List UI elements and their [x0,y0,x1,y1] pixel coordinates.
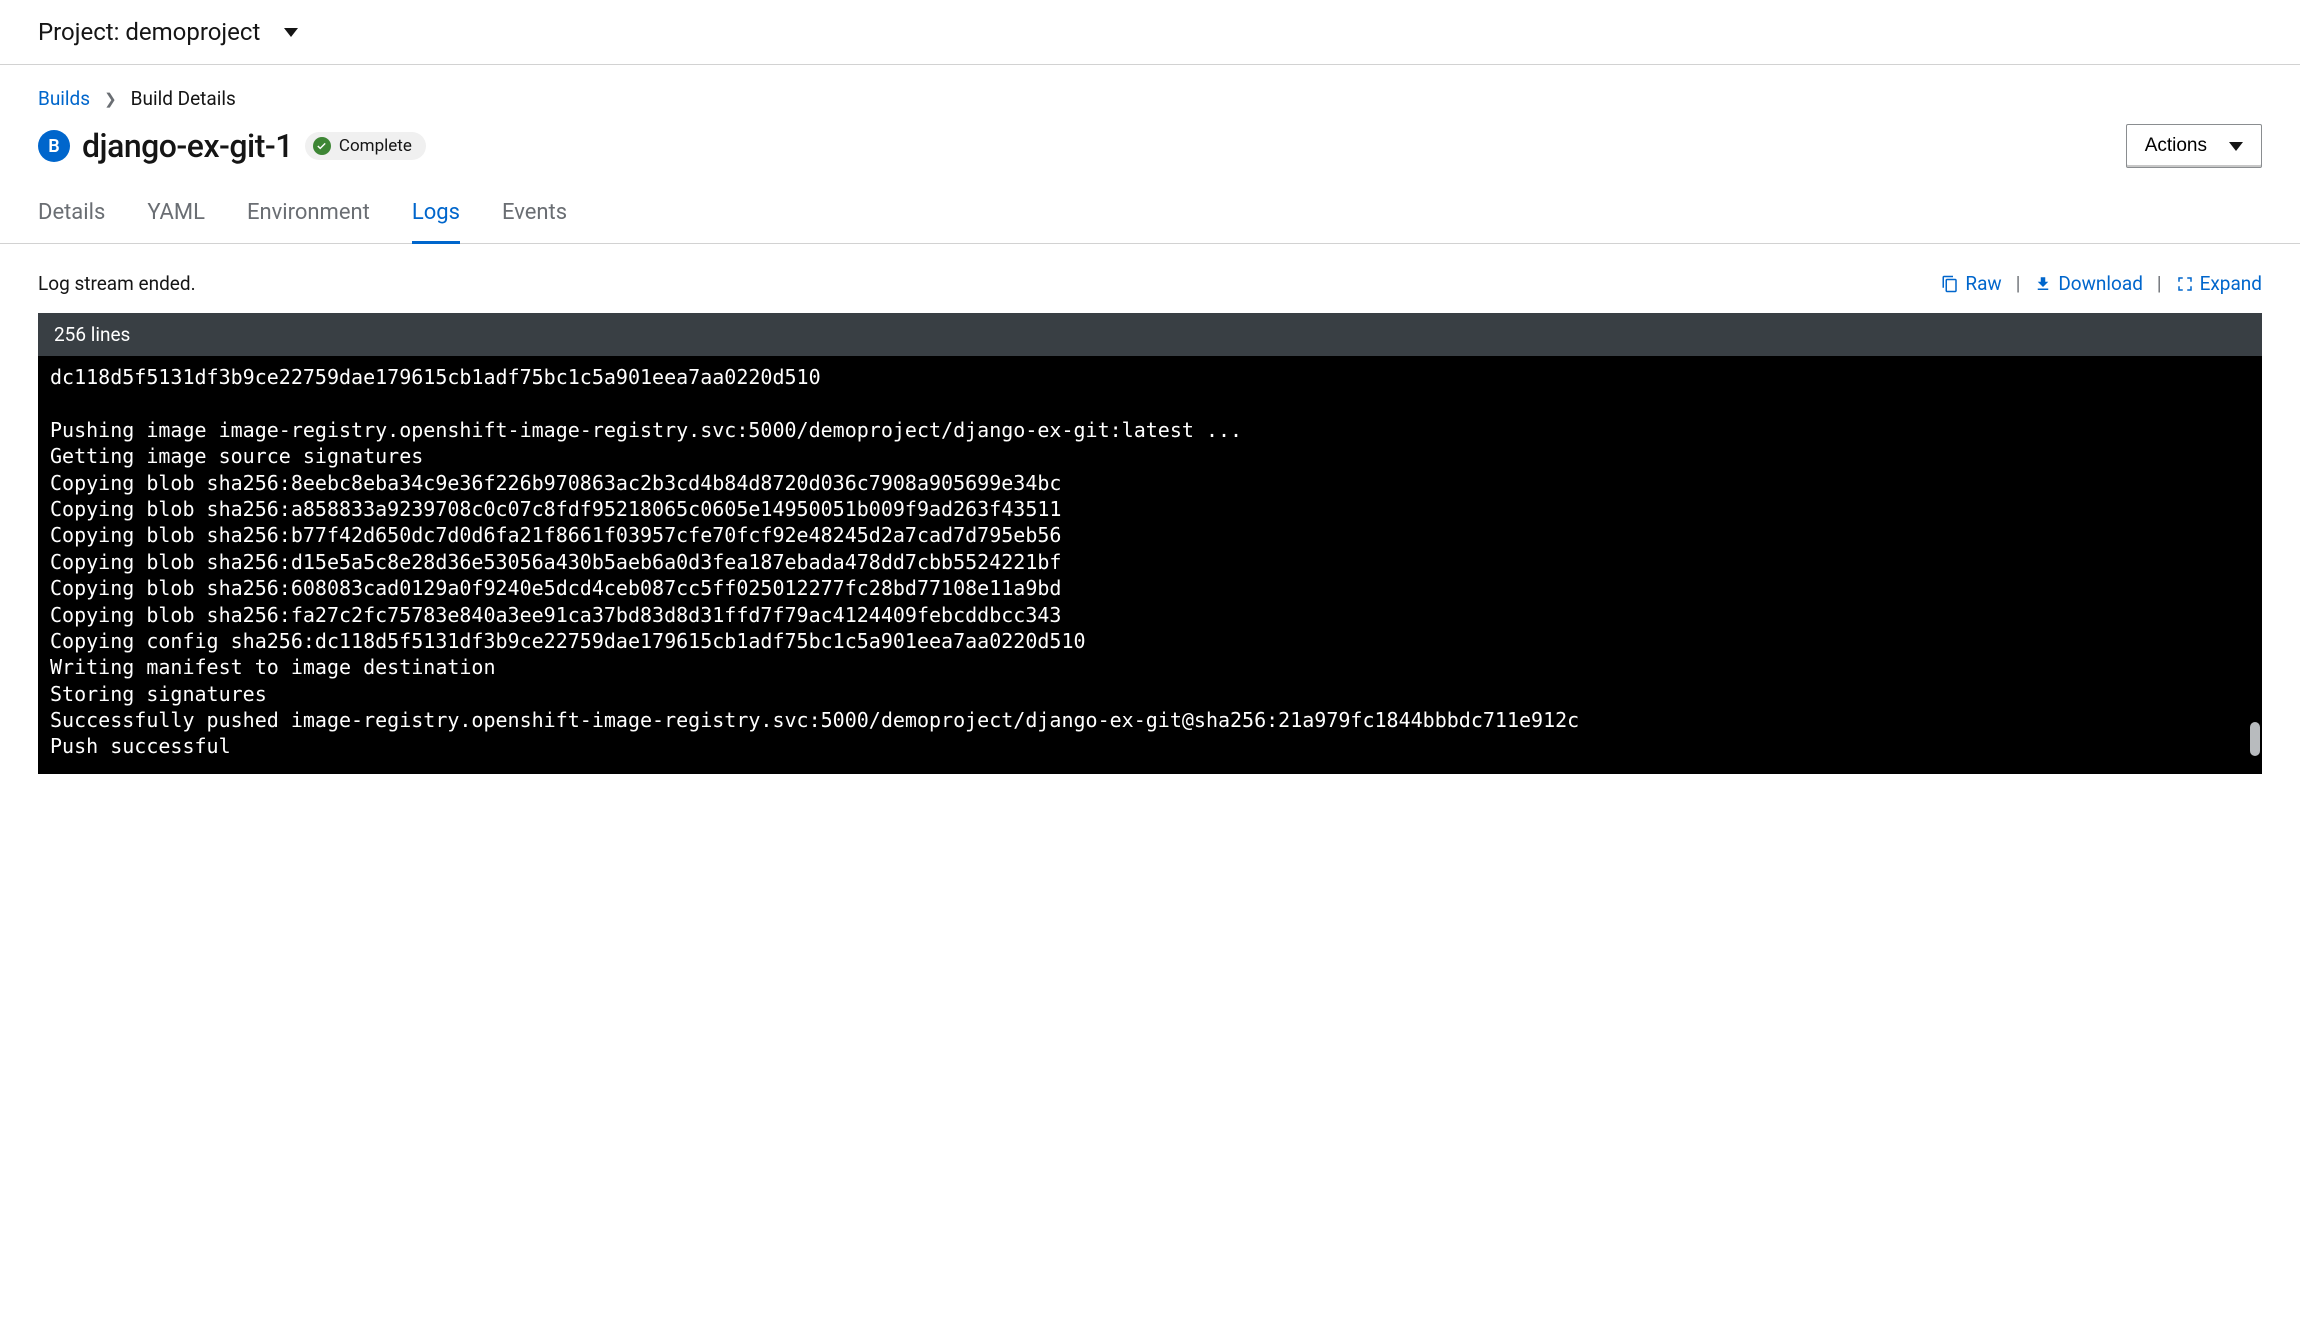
breadcrumb-parent-link[interactable]: Builds [38,87,90,110]
expand-button[interactable]: Expand [2176,272,2262,295]
log-toolbar: Log stream ended. Raw | Download | Expan… [38,272,2262,295]
raw-button[interactable]: Raw [1941,272,2001,295]
log-body-wrap: dc118d5f5131df3b9ce22759dae179615cb1adf7… [38,356,2262,774]
copy-icon [1941,275,1959,293]
expand-label: Expand [2200,272,2262,295]
divider: | [2157,272,2162,295]
check-circle-icon [313,137,331,155]
actions-dropdown[interactable]: Actions [2126,124,2262,168]
title-left: B django-ex-git-1 Complete [38,127,426,165]
tabs: Details YAML Environment Logs Events [0,190,2300,244]
tab-environment[interactable]: Environment [247,190,370,243]
actions-label: Actions [2145,135,2207,157]
breadcrumb: Builds ❯ Build Details [38,87,2262,110]
build-resource-icon: B [38,130,70,162]
raw-label: Raw [1965,272,2001,295]
page-title: django-ex-git-1 [82,127,293,165]
tab-yaml[interactable]: YAML [147,190,205,243]
download-icon [2034,275,2052,293]
title-row: B django-ex-git-1 Complete Actions [38,124,2262,190]
status-text: Complete [339,136,412,156]
log-line-count: 256 lines [38,313,2262,356]
download-label: Download [2058,272,2143,295]
content-header: Builds ❯ Build Details B django-ex-git-1… [0,65,2300,190]
download-button[interactable]: Download [2034,272,2143,295]
caret-down-icon [2229,142,2243,151]
vertical-scrollbar[interactable] [2250,722,2260,756]
log-stream-status: Log stream ended. [38,272,196,295]
status-badge: Complete [305,132,426,160]
divider: | [2016,272,2021,295]
log-actions: Raw | Download | Expand [1941,272,2262,295]
expand-icon [2176,275,2194,293]
tab-logs[interactable]: Logs [412,190,460,243]
project-bar: Project: demoproject [0,0,2300,65]
log-panel: Log stream ended. Raw | Download | Expan… [0,244,2300,774]
tab-events[interactable]: Events [502,190,567,243]
caret-down-icon[interactable] [284,28,298,37]
breadcrumb-current: Build Details [131,87,236,110]
chevron-right-icon: ❯ [104,90,117,108]
tab-details[interactable]: Details [38,190,105,243]
log-output[interactable]: dc118d5f5131df3b9ce22759dae179615cb1adf7… [38,356,2262,774]
project-selector-label[interactable]: Project: demoproject [38,18,260,46]
